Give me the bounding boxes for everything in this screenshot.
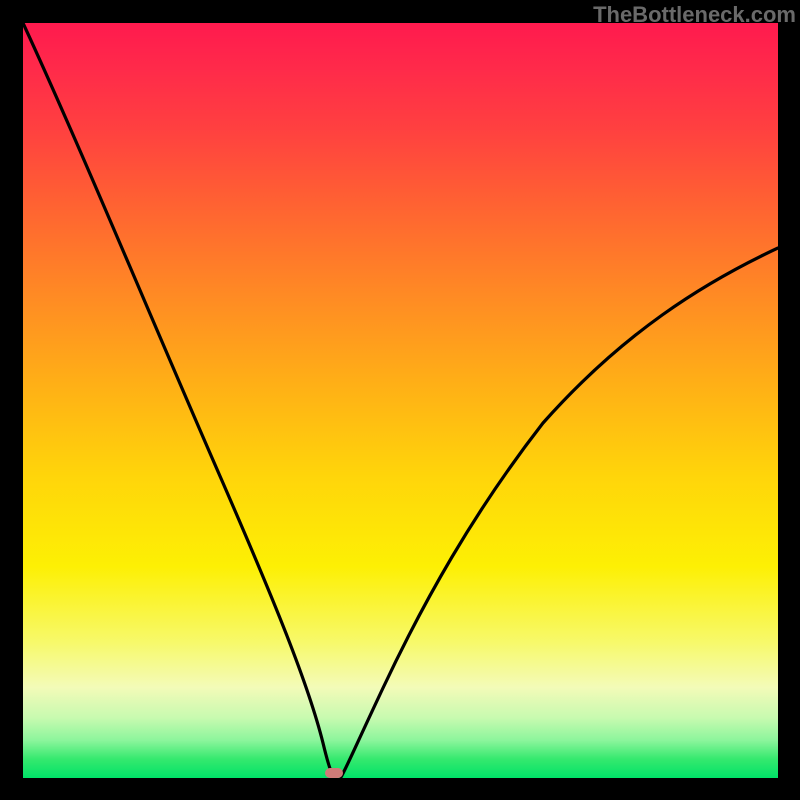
plot-area	[23, 23, 778, 778]
watermark: TheBottleneck.com	[593, 2, 796, 28]
curve-right-branch	[341, 248, 778, 777]
min-marker	[325, 768, 343, 778]
chart-frame: TheBottleneck.com	[0, 0, 800, 800]
bottleneck-curve	[23, 23, 778, 778]
curve-left-branch	[23, 23, 334, 777]
